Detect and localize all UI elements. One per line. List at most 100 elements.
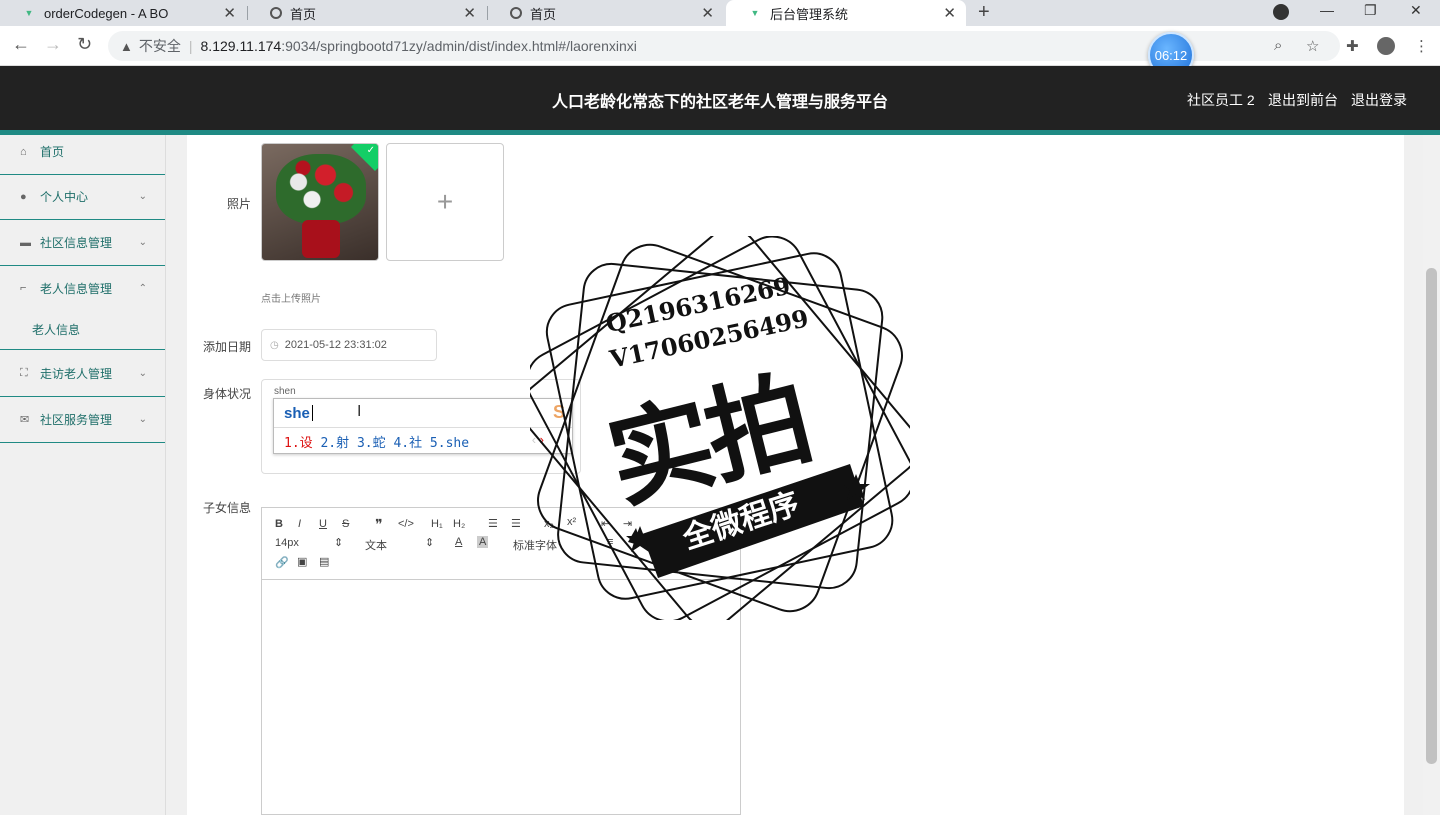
current-user: 社区员工 2 xyxy=(1187,92,1255,108)
underline-icon[interactable]: U xyxy=(319,518,327,530)
browser-tab-2[interactable]: 首页 ✕ xyxy=(248,0,486,26)
extensions-icon[interactable]: ✚ xyxy=(1346,37,1359,55)
close-icon[interactable]: ✕ xyxy=(463,4,476,22)
globe-icon xyxy=(270,7,282,19)
tab-title: 后台管理系统 xyxy=(770,6,849,22)
url-host: 8.129.11.174 xyxy=(200,38,282,54)
browser-tab-1[interactable]: ▼ orderCodegen - A BO ✕ xyxy=(0,0,246,26)
chevron-down-icon: ⌄ xyxy=(138,237,147,248)
paragraph-select[interactable]: 文本 xyxy=(365,537,387,553)
sidebar-item-community-info[interactable]: ▬ 社区信息管理 ⌄ xyxy=(0,220,165,266)
select-arrow-icon: ⇕ xyxy=(425,537,435,549)
tab-title: 首页 xyxy=(290,6,317,22)
image-icon[interactable]: ▣ xyxy=(297,555,307,568)
sidebar-item-label: 社区服务管理 xyxy=(40,413,113,427)
insecure-label: 不安全 xyxy=(138,38,181,54)
home-icon: ⌂ xyxy=(20,145,27,158)
blockquote-icon[interactable]: ❞ xyxy=(375,516,383,533)
typed-text: shen xyxy=(274,386,296,397)
zoom-icon[interactable]: ⌕ xyxy=(1274,37,1282,54)
sidebar: ⌂ 首页 ● 个人中心 ⌄ ▬ 社区信息管理 ⌄ ⌐ 老人信息管理 ⌃ 老人信息… xyxy=(0,135,166,815)
ime-candidate-first[interactable]: 1.设 xyxy=(284,436,313,451)
uploaded-photo[interactable]: ✓ xyxy=(261,143,379,261)
chevron-left-icon[interactable]: ‹ xyxy=(532,432,536,447)
restore-icon[interactable]: ❐ xyxy=(1364,2,1377,19)
sidebar-item-label: 首页 xyxy=(40,145,65,159)
font-family-select[interactable]: 标准字体 xyxy=(513,537,557,553)
upload-hint: 点击上传照片 xyxy=(261,294,321,305)
video-icon[interactable]: ▤ xyxy=(319,555,329,568)
clear-format-icon[interactable]: Tx xyxy=(645,536,657,548)
new-tab-icon[interactable]: + xyxy=(978,1,990,24)
bouquet-image xyxy=(276,154,366,224)
font-color-icon[interactable]: A xyxy=(455,536,462,548)
indent-icon[interactable]: ⇥ xyxy=(623,517,632,530)
browser-tab-3[interactable]: 首页 ✕ xyxy=(488,0,724,26)
date-value: 2021-05-12 23:31:02 xyxy=(284,339,387,351)
clock-icon: ◷ xyxy=(270,339,279,351)
minimize-icon[interactable]: — xyxy=(1320,2,1334,18)
message-icon: ✉ xyxy=(20,414,30,426)
url-path: :9034/springbootd71zy/admin/dist/index.h… xyxy=(281,38,637,54)
text-cursor-icon: I xyxy=(357,403,362,420)
ime-page-arrows[interactable]: ‹ › xyxy=(532,432,544,447)
tab-search-icon[interactable] xyxy=(1273,4,1289,20)
bookmark-star-icon[interactable]: ☆ xyxy=(1306,37,1319,55)
profile-icon[interactable] xyxy=(1377,37,1395,55)
vue-icon: ▼ xyxy=(750,8,760,18)
code-icon[interactable]: </> xyxy=(398,518,414,530)
vase-image xyxy=(302,220,340,258)
main-form-panel: 照片 ✓ + 点击上传照片 添加日期 ◷ 2021-05-12 23:31:02… xyxy=(187,135,1404,815)
editor-toolbar: B I U S ❞ </> H₁ H₂ ☰ ☰ x₂ x² ⇤ ⇥ 14px ⇕… xyxy=(262,508,740,580)
strikethrough-icon[interactable]: S xyxy=(342,518,349,530)
sidebar-item-personal-center[interactable]: ● 个人中心 ⌄ xyxy=(0,174,165,220)
forward-icon[interactable]: → xyxy=(44,34,62,55)
italic-icon[interactable]: I xyxy=(298,518,301,530)
align-icon[interactable]: ≡ xyxy=(607,536,613,548)
ordered-list-icon[interactable]: ☰ xyxy=(488,517,498,530)
close-icon[interactable]: ✕ xyxy=(943,4,956,22)
heading1-icon[interactable]: H₁ xyxy=(431,518,443,530)
background-color-icon[interactable]: A xyxy=(477,536,489,548)
health-label: 身体状况 xyxy=(202,387,251,401)
browser-tab-4-active[interactable]: ▼ 后台管理系统 ✕ xyxy=(726,0,966,26)
font-size-select[interactable]: 14px xyxy=(275,537,299,549)
menu-dots-icon[interactable]: ⋮ xyxy=(1414,37,1429,55)
heading2-icon[interactable]: H₂ xyxy=(453,518,465,530)
logout-link[interactable]: 退出登录 xyxy=(1351,90,1407,110)
superscript-icon[interactable]: x² xyxy=(567,516,576,528)
page-scrollbar[interactable] xyxy=(1423,135,1440,815)
chevron-down-icon: ⌄ xyxy=(138,191,147,202)
outdent-icon[interactable]: ⇤ xyxy=(601,517,610,530)
back-icon[interactable]: ← xyxy=(12,34,30,55)
ime-candidates[interactable]: 1.设 2.射 3.蛇 4.社 5.she xyxy=(284,432,469,451)
exit-to-front-link[interactable]: 退出到前台 xyxy=(1268,90,1338,110)
sidebar-subitem-elderly-info[interactable]: 老人信息 xyxy=(0,310,165,350)
upload-photo-button[interactable]: + xyxy=(386,143,504,261)
vue-icon: ▼ xyxy=(24,8,34,18)
window-close-icon[interactable]: ✕ xyxy=(1410,2,1422,19)
close-icon[interactable]: ✕ xyxy=(223,4,236,22)
sidebar-item-visit-elderly[interactable]: ⛶ 走访老人管理 ⌄ xyxy=(0,351,165,397)
chevron-right-icon[interactable]: › xyxy=(540,432,544,447)
link-icon[interactable]: 🔗 xyxy=(275,556,289,569)
crop-icon: ⌐ xyxy=(20,282,27,294)
reload-icon[interactable]: ↻ xyxy=(77,34,92,55)
rich-text-editor[interactable]: B I U S ❞ </> H₁ H₂ ☰ ☰ x₂ x² ⇤ ⇥ 14px ⇕… xyxy=(261,507,741,815)
ime-candidate-window[interactable]: she 1.设 2.射 3.蛇 4.社 5.she ‹ › S xyxy=(273,398,573,454)
scrollbar-thumb[interactable] xyxy=(1426,268,1437,764)
date-picker-input[interactable]: ◷ 2021-05-12 23:31:02 xyxy=(261,329,437,361)
text-caret xyxy=(312,405,313,421)
tab-title: orderCodegen - A BO xyxy=(44,5,169,21)
ticket-icon: ▬ xyxy=(20,236,31,249)
close-icon[interactable]: ✕ xyxy=(701,4,714,22)
bold-icon[interactable]: B xyxy=(275,518,283,530)
globe-icon xyxy=(510,7,522,19)
sidebar-item-elderly-info[interactable]: ⌐ 老人信息管理 ⌃ xyxy=(0,265,165,311)
ime-candidates-rest[interactable]: 2.射 3.蛇 4.社 5.she xyxy=(313,436,469,451)
bullet-list-icon[interactable]: ☰ xyxy=(511,517,521,530)
chevron-down-icon: ⌄ xyxy=(138,368,147,379)
sidebar-item-home[interactable]: ⌂ 首页 xyxy=(0,129,165,175)
subscript-icon[interactable]: x₂ xyxy=(544,518,554,530)
sidebar-item-community-service[interactable]: ✉ 社区服务管理 ⌄ xyxy=(0,397,165,443)
